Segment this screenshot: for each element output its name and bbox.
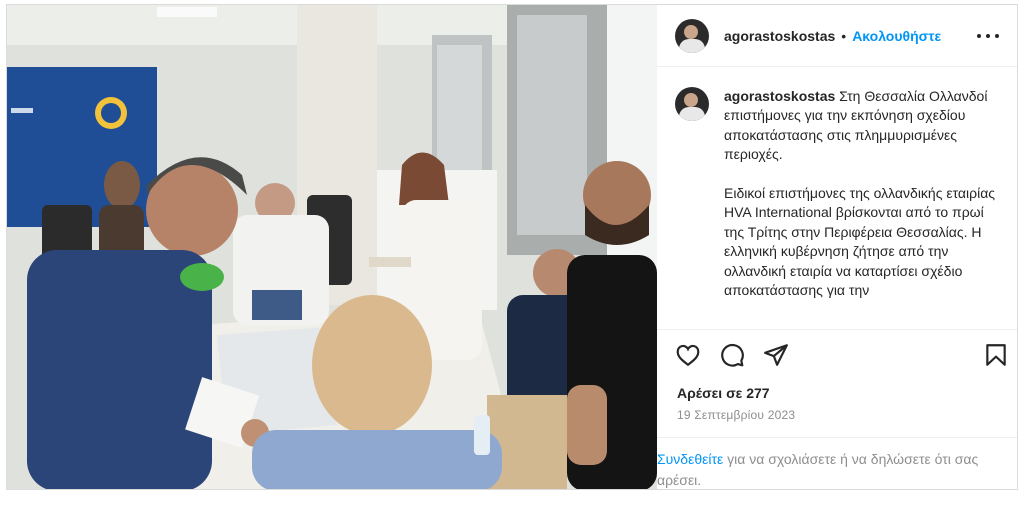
heart-icon[interactable] (675, 342, 701, 368)
caption-avatar[interactable] (675, 87, 709, 121)
username[interactable]: agorastoskostas (724, 28, 835, 44)
post-photo[interactable] (7, 5, 657, 489)
meeting-photo (7, 5, 657, 489)
login-link[interactable]: Συνδεθείτε (657, 451, 723, 467)
login-prompt: Συνδεθείτε για να σχολιάσετε ή να δηλώσε… (657, 437, 1017, 489)
post-panel: agorastoskostas • Ακολουθήστε agorastosk… (657, 5, 1017, 489)
comment-icon[interactable] (719, 342, 745, 368)
share-icon[interactable] (763, 342, 789, 368)
action-bar (657, 329, 1017, 375)
caption-body: Ειδικοί επιστήμονες της ολλανδικής εταιρ… (724, 185, 999, 299)
post-header: agorastoskostas • Ακολουθήστε (657, 5, 1017, 67)
caption-username[interactable]: agorastoskostas (724, 88, 835, 104)
separator-dot: • (841, 27, 847, 44)
bookmark-icon[interactable] (983, 342, 1009, 368)
post-date[interactable]: 19 Σεπτεμβρίου 2023 (677, 408, 795, 422)
caption-area: agorastoskostas Στη Θεσσαλία Ολλανδοί επ… (657, 67, 1017, 329)
likes-count[interactable]: Αρέσει σε 277 (677, 385, 770, 401)
more-options-icon[interactable] (977, 25, 999, 47)
follow-button[interactable]: Ακολουθήστε (852, 28, 941, 44)
instagram-embed: agorastoskostas • Ακολουθήστε agorastosk… (6, 4, 1018, 490)
avatar[interactable] (675, 18, 709, 53)
caption: agorastoskostas Στη Θεσσαλία Ολλανδοί επ… (675, 87, 1005, 300)
caption-text: agorastoskostas Στη Θεσσαλία Ολλανδοί επ… (724, 87, 1004, 300)
